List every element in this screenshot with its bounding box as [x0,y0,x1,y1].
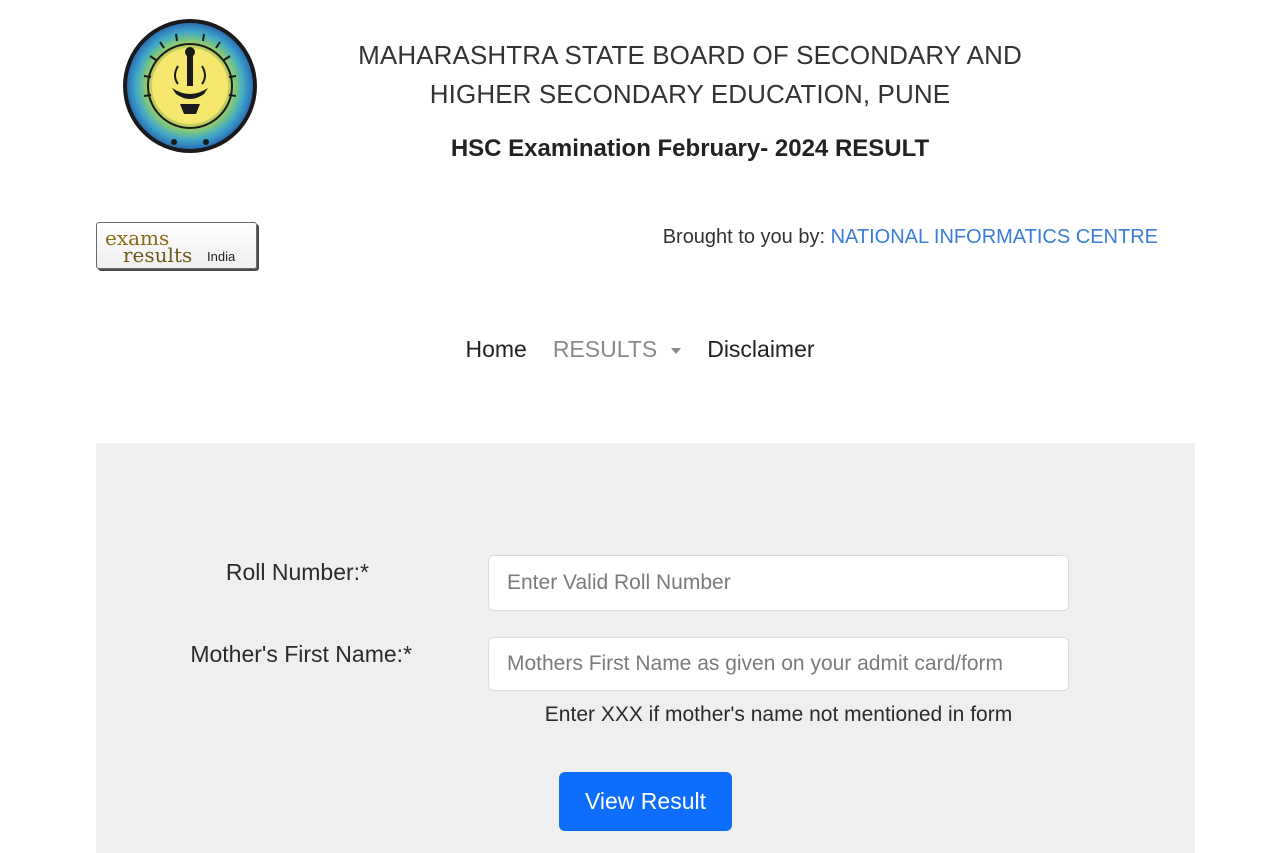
credit-prefix: Brought to you by: [662,226,831,248]
nav-home[interactable]: Home [452,336,539,363]
mother-name-hint: Enter XXX if mother's name not mentioned… [544,703,1013,726]
roll-number-input[interactable] [488,555,1069,611]
board-title-line2: HIGHER SECONDARY EDUCATION, PUNE [429,79,951,109]
main-nav: Home RESULTS Disclaimer [0,336,1280,363]
nic-link[interactable]: NATIONAL INFORMATICS CENTRE [831,226,1158,248]
nav-results-label: RESULTS [552,336,658,362]
logo-text-results: results [123,243,192,267]
roll-number-label: Roll Number:* [225,559,369,585]
nav-disclaimer[interactable]: Disclaimer [694,336,827,363]
exam-title: HSC Examination February- 2024 RESULT [450,135,930,162]
result-form-panel: Roll Number:* Mother's First Name:* Ente… [96,443,1195,853]
mother-name-label: Mother's First Name:* [190,641,412,667]
credit-line: Brought to you by: NATIONAL INFORMATICS … [663,226,1158,249]
mother-name-input[interactable] [488,637,1069,691]
board-seal-icon [120,16,260,156]
nav-results-dropdown[interactable]: RESULTS [540,336,694,363]
board-title-line1: MAHARASHTRA STATE BOARD OF SECONDARY AND [358,40,1022,70]
caret-down-icon [671,347,682,354]
result-page: MAHARASHTRA STATE BOARD OF SECONDARY AND… [0,0,1280,853]
board-title: MAHARASHTRA STATE BOARD OF SECONDARY AND… [320,36,1060,114]
exams-results-india-logo[interactable]: exams results India [96,222,257,269]
logo-text-india: India [207,249,236,264]
view-result-button[interactable]: View Result [559,772,732,831]
